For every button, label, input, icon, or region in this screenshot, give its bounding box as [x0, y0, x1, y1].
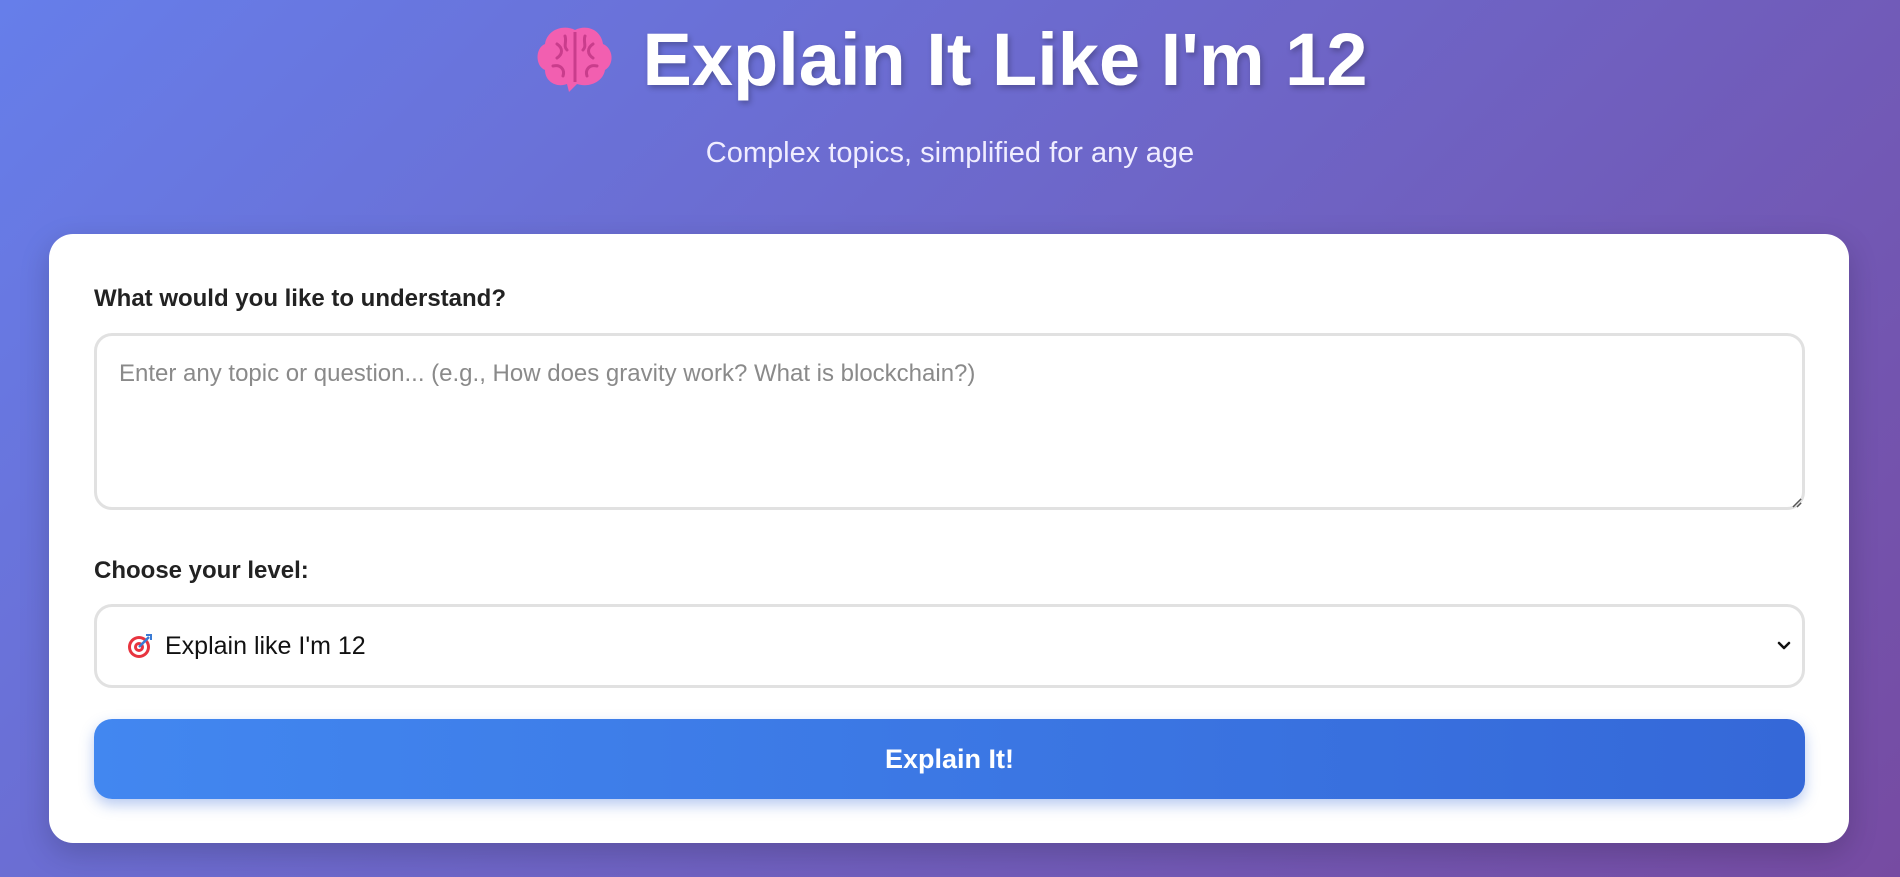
- brain-icon: [533, 18, 617, 102]
- explain-form-card: What would you like to understand? Choos…: [49, 234, 1849, 843]
- app-title: Explain It Like I'm 12: [642, 18, 1368, 101]
- chevron-down-icon: [1776, 639, 1792, 653]
- level-label: Choose your level:: [94, 557, 309, 584]
- level-select[interactable]: Explain like I'm 12: [94, 604, 1805, 688]
- target-icon: [127, 633, 153, 659]
- level-select-value: Explain like I'm 12: [165, 631, 366, 660]
- page-subtitle: Complex topics, simplified for any age: [705, 137, 1195, 169]
- topic-label: What would you like to understand?: [94, 285, 506, 312]
- page-title-row: Explain It Like I'm 12: [0, 18, 1900, 102]
- resize-handle-icon[interactable]: [1790, 495, 1802, 508]
- topic-input[interactable]: [94, 333, 1805, 510]
- explain-button[interactable]: Explain It!: [94, 719, 1805, 799]
